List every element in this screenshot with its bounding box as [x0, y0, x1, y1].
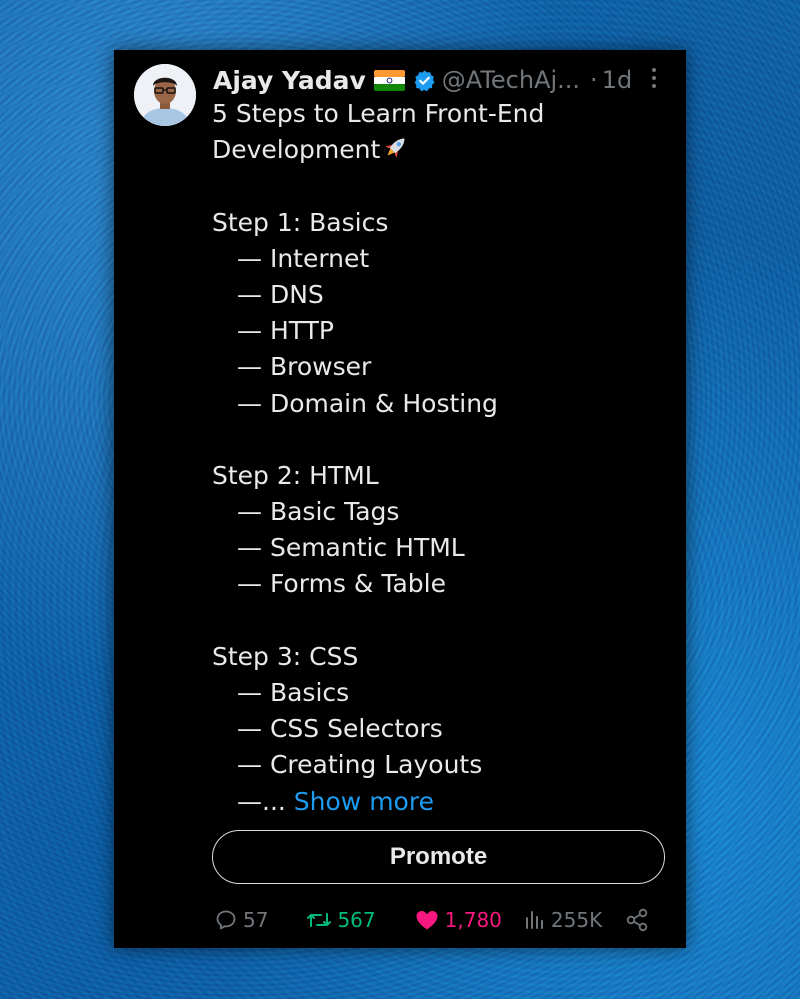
- text-line: [212, 422, 672, 458]
- reply-count: 57: [243, 908, 269, 932]
- text-line: Step 2: HTML: [212, 460, 379, 490]
- text-line: [212, 168, 672, 204]
- text-line: — Forms & Table: [237, 569, 446, 599]
- truncation-ellipsis: —...: [237, 786, 286, 816]
- avatar[interactable]: [134, 64, 196, 126]
- reply-icon: [214, 908, 238, 932]
- separator-dot: ·: [590, 66, 598, 94]
- text-line: —... Show more: [212, 784, 672, 820]
- show-more-link[interactable]: Show more: [294, 787, 434, 816]
- text-line: — Basic Tags: [237, 497, 400, 527]
- text-line: — CSS Selectors: [237, 714, 443, 744]
- verified-badge-icon: [413, 69, 436, 92]
- text-line: 5 Steps to Learn Front-End: [212, 99, 545, 128]
- text-line: Step 1: Basics: [212, 207, 389, 237]
- views-button[interactable]: 255K: [524, 908, 602, 932]
- tweet-card[interactable]: Ajay Yadav @ATechAj... · 1d 5 Steps to L…: [114, 50, 686, 948]
- share-icon: [624, 907, 650, 933]
- india-flag-icon: [373, 69, 405, 91]
- text-line: — Browser: [237, 352, 372, 382]
- text-line: Development: [212, 132, 672, 168]
- text-line: Step 3: CSS: [212, 641, 359, 671]
- text-line: — DNS: [237, 279, 324, 309]
- views-count: 255K: [550, 908, 603, 932]
- rocket-icon: [382, 133, 410, 161]
- retweet-count: 567: [337, 908, 376, 932]
- retweet-icon: [306, 908, 332, 932]
- author-handle[interactable]: @ATechAj...: [442, 66, 580, 94]
- text-line: [212, 603, 672, 639]
- share-button[interactable]: [624, 907, 650, 933]
- tweet-text: 5 Steps to Learn Front-End Development S…: [212, 96, 672, 820]
- text-line: — Basics: [237, 678, 350, 707]
- text-line: — HTTP: [237, 316, 334, 346]
- like-button[interactable]: 1,780: [414, 908, 502, 932]
- promote-button[interactable]: Promote: [212, 830, 665, 884]
- text-line: — Semantic HTML: [237, 533, 465, 563]
- more-options-icon[interactable]: [646, 64, 662, 92]
- views-chart-icon: [524, 908, 546, 932]
- tweet-actions: 57 567 1,780 255K: [214, 902, 654, 938]
- like-count: 1,780: [444, 908, 502, 932]
- tweet-timestamp[interactable]: 1d: [602, 66, 633, 94]
- tweet-header: Ajay Yadav @ATechAj... · 1d: [213, 62, 673, 98]
- text-line: — Internet: [237, 243, 370, 273]
- text-line: — Domain & Hosting: [237, 388, 498, 418]
- text-line: — Creating Layouts: [237, 750, 483, 780]
- retweet-button[interactable]: 567: [306, 908, 376, 932]
- author-name[interactable]: Ajay Yadav: [213, 66, 366, 95]
- reply-button[interactable]: 57: [214, 908, 268, 932]
- heart-icon: [414, 908, 440, 932]
